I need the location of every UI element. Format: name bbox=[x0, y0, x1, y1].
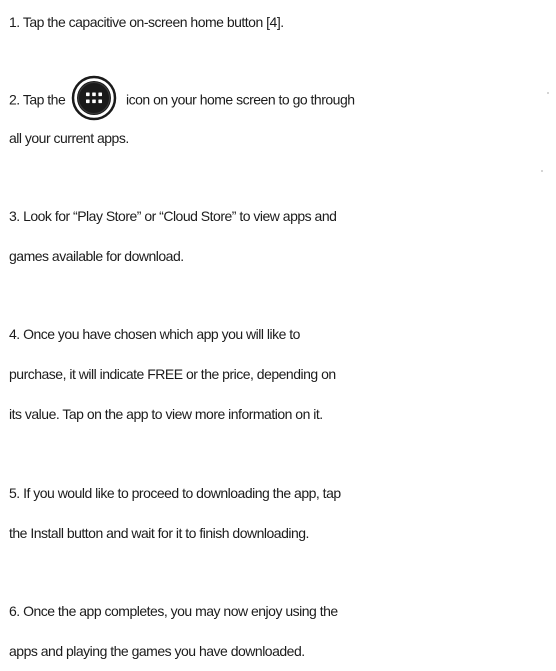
step-6: 6. Once the app completes, you may now e… bbox=[9, 591, 550, 671]
step-2: 2. Tap the icon on your home screen to g… bbox=[9, 75, 550, 158]
step-3: 3. Look for “Play Store” or “Cloud Store… bbox=[9, 196, 550, 276]
scan-speck bbox=[541, 170, 543, 172]
step-4-line-2: purchase, it will indicate FREE or the p… bbox=[9, 366, 336, 382]
step-5-line-1: 5. If you would like to proceed to downl… bbox=[9, 485, 341, 501]
step-3-line-1: 3. Look for “Play Store” or “Cloud Store… bbox=[9, 208, 337, 224]
step-6-line-1: 6. Once the app completes, you may now e… bbox=[9, 603, 338, 619]
step-1-line-1: 1. Tap the capacitive on-screen home but… bbox=[9, 14, 284, 30]
step-6-line-2: apps and playing the games you have down… bbox=[9, 643, 305, 659]
step-1: 1. Tap the capacitive on-screen home but… bbox=[9, 2, 550, 42]
step-5: 5. If you would like to proceed to downl… bbox=[9, 473, 550, 553]
step-4-line-3: its value. Tap on the app to view more i… bbox=[9, 406, 323, 422]
step-4-line-1: 4. Once you have chosen which app you wi… bbox=[9, 326, 300, 342]
step-4: 4. Once you have chosen which app you wi… bbox=[9, 314, 550, 434]
step-3-line-2: games available for download. bbox=[9, 248, 184, 264]
step-5-line-2: the Install button and wait for it to fi… bbox=[9, 525, 309, 541]
step-2-line-2: all your current apps. bbox=[9, 130, 129, 146]
step-2-text-after-icon: icon on your home screen to go through bbox=[122, 91, 355, 108]
instruction-page: 1. Tap the capacitive on-screen home but… bbox=[0, 0, 556, 661]
step-2-text-before-icon: 2. Tap the bbox=[9, 91, 69, 108]
step-2-line-1: 2. Tap the icon on your home screen to g… bbox=[9, 75, 550, 121]
apps-grid-icon bbox=[71, 75, 117, 121]
scan-speck bbox=[547, 92, 549, 94]
